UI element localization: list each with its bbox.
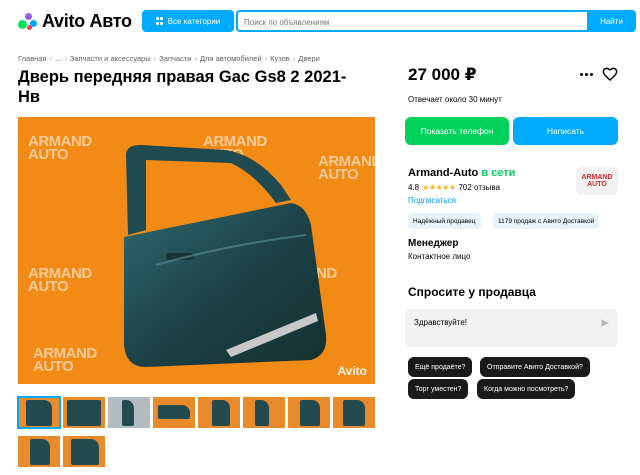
message-text: Здравствуйте! [414,318,468,327]
grid-icon [155,17,164,25]
reliable-seller-badge: Надёжный продавец [408,213,481,229]
breadcrumb-item[interactable]: Запчасти [159,54,191,63]
avito-dots-icon [18,12,40,31]
thumbnail[interactable] [63,397,105,428]
contact-person-label: Контактное лицо [408,252,471,261]
breadcrumb-item[interactable]: Кузов [270,54,290,63]
photo-watermark: ARMANDAUTO [28,133,92,163]
thumbnail[interactable] [288,397,330,428]
header: Avito Авто Все категории Найти [0,0,640,42]
avito-watermark: Avito [337,364,367,378]
show-phone-button[interactable]: Показать телефон [405,117,509,145]
heart-icon[interactable] [602,66,618,82]
rating-value: 4.8 [408,183,420,192]
all-categories-button[interactable]: Все категории [142,10,234,32]
star-icon: ★★★★★ [422,183,456,192]
seller-logo-text: ARMAND AUTO [581,174,613,188]
price: 27 000 ₽ [408,65,477,84]
quick-question-chip[interactable]: Отправите Авито Доставкой? [480,357,590,377]
delivery-sales-badge: 1179 продаж с Авито Доставкой [493,213,600,229]
main-photo[interactable]: ARMANDAUTO ARMANDAUTO ARMANDAUTO ARMANDA… [18,117,375,384]
thumbnail[interactable] [333,397,375,428]
more-horizontal-icon[interactable] [580,73,593,76]
avito-logo[interactable]: Avito Авто [18,11,132,32]
seller-name[interactable]: Armand-Auto в сети [408,167,515,179]
breadcrumb: Главная › ... › Запчасти и аксессуары › Зап… [18,54,320,63]
seller-avatar[interactable]: ARMAND AUTO [576,167,618,195]
thumbnail[interactable] [108,397,150,428]
reply-time: Отвечает около 30 минут [408,95,502,104]
thumbnail[interactable] [198,397,240,428]
listing-title: Дверь передняя правая Gac Gs8 2 2021-Нв [18,68,347,106]
contact-role: Менеджер [408,238,459,249]
thumbnail[interactable] [18,436,60,467]
breadcrumb-item[interactable]: ... [55,54,61,63]
message-field[interactable]: Здравствуйте! [405,309,618,347]
photo-watermark: ARMANDAUTO [33,345,97,375]
breadcrumb-item[interactable]: Двери [298,54,320,63]
search-input[interactable] [238,13,587,32]
logo-text: Avito Авто [42,11,132,31]
online-status: в сети [481,167,516,179]
seller-rating[interactable]: 4.8 ★★★★★ 702 отзыва [408,183,500,192]
quick-question-chip[interactable]: Торг уместен? [408,379,469,399]
search-box [236,10,587,32]
send-icon[interactable] [600,318,610,328]
breadcrumb-item[interactable]: Главная [18,54,47,63]
quick-question-chip[interactable]: Когда можно посмотреть? [477,379,576,399]
subscribe-link[interactable]: Подписаться [408,196,456,205]
thumbnail[interactable] [17,396,61,429]
thumbnail[interactable] [153,397,195,428]
thumbnail[interactable] [63,436,105,467]
car-door-image [124,145,327,367]
quick-question-chip[interactable]: Ещё продаёте? [408,357,473,377]
reviews-count: 702 отзыва [458,183,501,192]
ask-seller-title: Спросите у продавца [408,285,536,299]
photo-watermark: ARMANDAUTO [28,265,92,295]
thumbnail[interactable] [243,397,285,428]
all-categories-label: Все категории [167,16,221,26]
seller-name-text: Armand-Auto [408,167,479,179]
write-message-button[interactable]: Написать [513,117,618,145]
breadcrumb-item[interactable]: Для автомобилей [200,54,262,63]
breadcrumb-item[interactable]: Запчасти и аксессуары [70,54,151,63]
search-button[interactable]: Найти [587,10,636,32]
